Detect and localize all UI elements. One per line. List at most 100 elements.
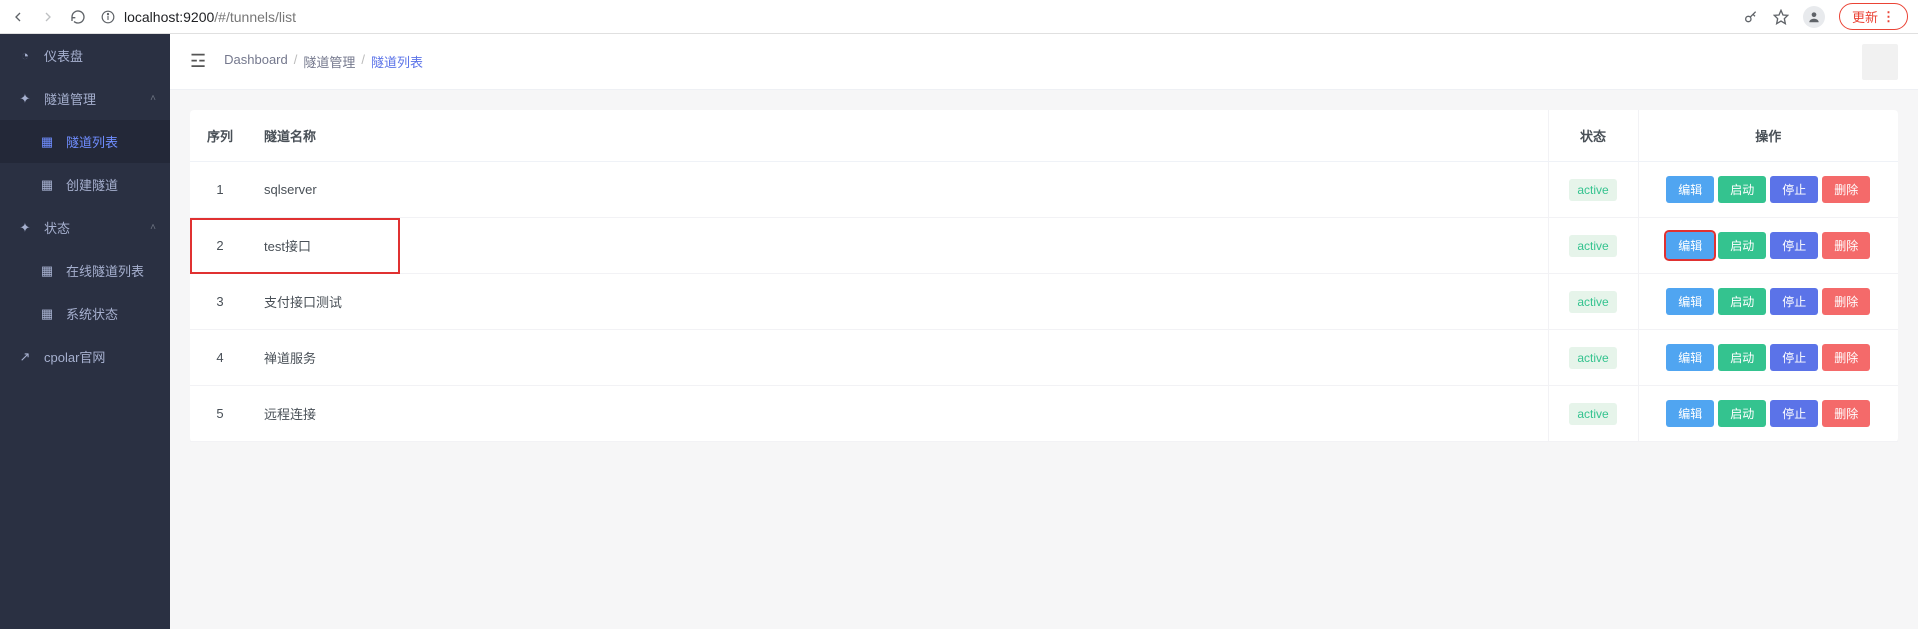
stop-button[interactable]: 停止 [1770, 400, 1818, 427]
breadcrumb-item-0[interactable]: Dashboard [224, 52, 288, 71]
cell-idx: 1 [190, 162, 250, 218]
sidebar-label: cpolar官网 [44, 347, 105, 366]
update-button[interactable]: 更新⋮ [1839, 3, 1908, 30]
stop-button[interactable]: 停止 [1770, 176, 1818, 203]
sidebar-label: 在线隧道列表 [66, 261, 144, 280]
star-icon[interactable] [1773, 9, 1789, 25]
content: 序列 隧道名称 状态 操作 1sqlserveractive编辑启动停止删除2t… [170, 90, 1918, 462]
sidebar: ◔仪表盘✦隧道管理˄▦隧道列表▦创建隧道✦状态˄▦在线隧道列表▦系统状态↗cpo… [0, 34, 170, 629]
cell-ops: 编辑启动停止删除 [1638, 274, 1898, 330]
edit-button[interactable]: 编辑 [1666, 400, 1714, 427]
start-button[interactable]: 启动 [1718, 288, 1766, 315]
edit-button[interactable]: 编辑 [1666, 288, 1714, 315]
sidebar-icon: ◔ [18, 48, 32, 63]
cell-ops: 编辑启动停止删除 [1638, 162, 1898, 218]
tunnels-table: 序列 隧道名称 状态 操作 1sqlserveractive编辑启动停止删除2t… [190, 110, 1898, 442]
update-button-label: 更新 [1852, 7, 1878, 26]
start-button[interactable]: 启动 [1718, 176, 1766, 203]
sidebar-item-3[interactable]: ▦ 创建隧道 [0, 163, 170, 206]
profile-icon[interactable] [1803, 6, 1825, 28]
stop-button[interactable]: 停止 [1770, 288, 1818, 315]
url-bar[interactable]: localhost:9200/#/tunnels/list [100, 9, 1729, 25]
main-area: ☲ Dashboard/隧道管理/隧道列表 序列 隧道名称 状态 操作 1sq [170, 34, 1918, 629]
breadcrumb-item-2: 隧道列表 [371, 52, 423, 71]
del-button[interactable]: 删除 [1822, 232, 1870, 259]
start-button[interactable]: 启动 [1718, 400, 1766, 427]
stop-button[interactable]: 停止 [1770, 232, 1818, 259]
cell-status: active [1548, 162, 1638, 218]
del-button[interactable]: 删除 [1822, 344, 1870, 371]
start-button[interactable]: 启动 [1718, 344, 1766, 371]
cell-idx: 5 [190, 386, 250, 442]
forward-icon[interactable] [40, 9, 56, 25]
th-status: 状态 [1548, 110, 1638, 162]
sidebar-item-4[interactable]: ✦ 状态 ˄ [0, 206, 170, 249]
status-badge: active [1569, 403, 1616, 425]
table-row: 3支付接口测试 active 编辑启动停止删除 [190, 274, 1898, 330]
sidebar-label: 系统状态 [66, 304, 118, 323]
sidebar-item-7[interactable]: ↗cpolar官网 [0, 335, 170, 378]
stop-button[interactable]: 停止 [1770, 344, 1818, 371]
cell-name: 支付接口测试 [250, 274, 1548, 330]
table-row: 5远程连接 active 编辑启动停止删除 [190, 386, 1898, 442]
cell-status: active [1548, 274, 1638, 330]
cell-name: test接口 [250, 218, 1548, 274]
status-badge: active [1569, 347, 1616, 369]
th-ops: 操作 [1638, 110, 1898, 162]
topbar: ☲ Dashboard/隧道管理/隧道列表 [170, 34, 1918, 90]
sidebar-icon: ▦ [40, 134, 54, 150]
cell-ops: 编辑启动停止删除 [1638, 386, 1898, 442]
cell-ops: 编辑启动停止删除 [1638, 218, 1898, 274]
tunnels-card: 序列 隧道名称 状态 操作 1sqlserveractive编辑启动停止删除2t… [190, 110, 1898, 442]
url-host: localhost:9200 [124, 9, 214, 25]
status-badge: active [1569, 235, 1616, 257]
cell-idx: 4 [190, 330, 250, 386]
cell-status: active [1548, 218, 1638, 274]
sidebar-label: 创建隧道 [66, 175, 118, 194]
avatar[interactable] [1862, 44, 1898, 80]
breadcrumb: Dashboard/隧道管理/隧道列表 [224, 52, 423, 71]
table-row: 2test接口 active 编辑启动停止删除 [190, 218, 1898, 274]
sidebar-item-5[interactable]: ▦ 在线隧道列表 [0, 249, 170, 292]
cell-name: 禅道服务 [250, 330, 1548, 386]
breadcrumb-sep: / [361, 52, 365, 71]
table-row: 4禅道服务 active 编辑启动停止删除 [190, 330, 1898, 386]
chevron-icon: ˄ [150, 93, 156, 104]
sidebar-icon: ▦ [40, 263, 54, 279]
edit-button[interactable]: 编辑 [1666, 344, 1714, 371]
del-button[interactable]: 删除 [1822, 288, 1870, 315]
status-badge: active [1569, 179, 1616, 201]
reload-icon[interactable] [70, 9, 86, 25]
cell-name: 远程连接 [250, 386, 1548, 442]
url-path: /#/tunnels/list [214, 9, 296, 25]
del-button[interactable]: 删除 [1822, 400, 1870, 427]
start-button[interactable]: 启动 [1718, 232, 1766, 259]
cell-idx: 3 [190, 274, 250, 330]
browser-chrome: localhost:9200/#/tunnels/list 更新⋮ [0, 0, 1918, 34]
del-button[interactable]: 删除 [1822, 176, 1870, 203]
th-name: 隧道名称 [250, 110, 1548, 162]
edit-button[interactable]: 编辑 [1666, 176, 1714, 203]
edit-button[interactable]: 编辑 [1666, 232, 1714, 259]
sidebar-icon: ✦ [18, 220, 32, 236]
key-icon[interactable] [1743, 9, 1759, 25]
sidebar-item-2[interactable]: ▦ 隧道列表 [0, 120, 170, 163]
breadcrumb-item-1[interactable]: 隧道管理 [303, 52, 355, 71]
cell-idx: 2 [190, 218, 250, 274]
sidebar-icon: ▦ [40, 177, 54, 193]
sidebar-icon: ▦ [40, 306, 54, 322]
cell-status: active [1548, 330, 1638, 386]
chevron-icon: ˄ [150, 222, 156, 233]
status-badge: active [1569, 291, 1616, 313]
sidebar-label: 隧道列表 [66, 132, 118, 151]
th-idx: 序列 [190, 110, 250, 162]
sidebar-item-1[interactable]: ✦隧道管理˄ [0, 77, 170, 120]
info-icon [100, 9, 116, 25]
sidebar-item-0[interactable]: ◔仪表盘 [0, 34, 170, 77]
table-row: 1sqlserveractive编辑启动停止删除 [190, 162, 1898, 218]
sidebar-item-6[interactable]: ▦ 系统状态 [0, 292, 170, 335]
sidebar-label: 状态 [44, 218, 70, 237]
back-icon[interactable] [10, 9, 26, 25]
sidebar-label: 隧道管理 [44, 89, 96, 108]
menu-toggle-icon[interactable]: ☲ [190, 51, 206, 72]
